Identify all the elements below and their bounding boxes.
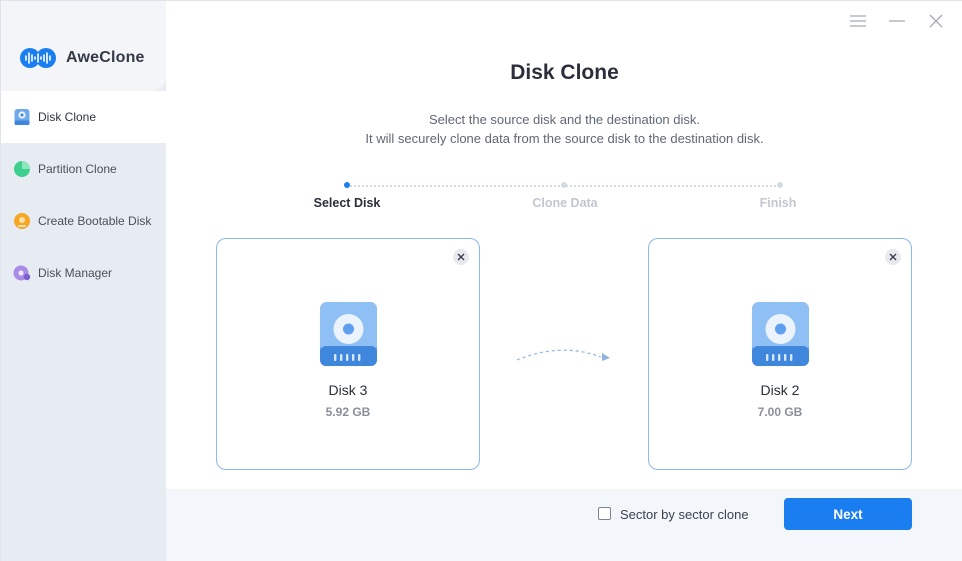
sidebar-item-label: Disk Manager bbox=[38, 266, 113, 280]
destination-disk-card[interactable]: Disk 2 7.00 GB bbox=[648, 238, 912, 470]
main-panel: Disk Clone Select the source disk and th… bbox=[166, 1, 962, 561]
destination-disk-name: Disk 2 bbox=[760, 382, 800, 398]
sidebar-item-label: Partition Clone bbox=[38, 162, 117, 176]
next-button[interactable]: Next bbox=[784, 498, 912, 530]
sector-by-sector-label[interactable]: Sector by sector clone bbox=[620, 507, 749, 522]
close-icon bbox=[889, 253, 897, 261]
source-disk-card[interactable]: Disk 3 5.92 GB bbox=[216, 238, 480, 470]
sector-by-sector-checkbox[interactable] bbox=[598, 507, 611, 520]
hard-disk-icon bbox=[752, 302, 809, 366]
aweclone-logo-icon bbox=[20, 48, 56, 68]
app-name: AweClone bbox=[66, 49, 145, 66]
remove-source-disk-button[interactable] bbox=[453, 249, 469, 265]
sidebar-item-create-bootable-disk[interactable]: Create Bootable Disk bbox=[1, 195, 166, 247]
sidebar-item-partition-clone[interactable]: Partition Clone bbox=[1, 143, 166, 195]
step-dot bbox=[344, 182, 350, 188]
menu-icon[interactable] bbox=[849, 13, 867, 29]
step-finish: Finish bbox=[759, 196, 797, 210]
sidebar-item-label: Disk Clone bbox=[38, 110, 97, 124]
partition-clone-icon bbox=[14, 161, 30, 177]
sidebar: AweClone Disk Clone Partition Clone Crea… bbox=[1, 1, 166, 561]
step-dot bbox=[777, 182, 783, 188]
clone-direction-arrow-icon bbox=[516, 349, 610, 361]
source-disk-size: 5.92 GB bbox=[325, 405, 371, 419]
step-clone-data: Clone Data bbox=[532, 196, 598, 210]
page-title: Disk Clone bbox=[510, 61, 619, 84]
close-icon[interactable] bbox=[927, 13, 945, 29]
logo-area: AweClone bbox=[1, 1, 166, 91]
destination-disk-size: 7.00 GB bbox=[757, 405, 803, 419]
bootable-disk-icon bbox=[14, 213, 30, 229]
step-dot bbox=[561, 182, 567, 188]
sidebar-item-label: Create Bootable Disk bbox=[38, 214, 152, 228]
close-icon bbox=[457, 253, 465, 261]
disk-manager-icon bbox=[13, 265, 31, 281]
app-window: AweClone Disk Clone Partition Clone Crea… bbox=[0, 0, 962, 561]
hard-disk-icon bbox=[320, 302, 377, 366]
minimize-icon[interactable] bbox=[888, 13, 906, 29]
step-select-disk: Select Disk bbox=[313, 196, 381, 210]
disk-clone-icon bbox=[14, 109, 30, 125]
remove-destination-disk-button[interactable] bbox=[885, 249, 901, 265]
sidebar-nav: Disk Clone Partition Clone Create Bootab… bbox=[1, 91, 166, 299]
sidebar-item-disk-clone[interactable]: Disk Clone bbox=[1, 91, 166, 143]
page-description: It will securely clone data from the sou… bbox=[365, 131, 764, 146]
page-description: Select the source disk and the destinati… bbox=[429, 112, 700, 127]
source-disk-name: Disk 3 bbox=[328, 382, 368, 398]
sidebar-item-disk-manager[interactable]: Disk Manager bbox=[1, 247, 166, 299]
